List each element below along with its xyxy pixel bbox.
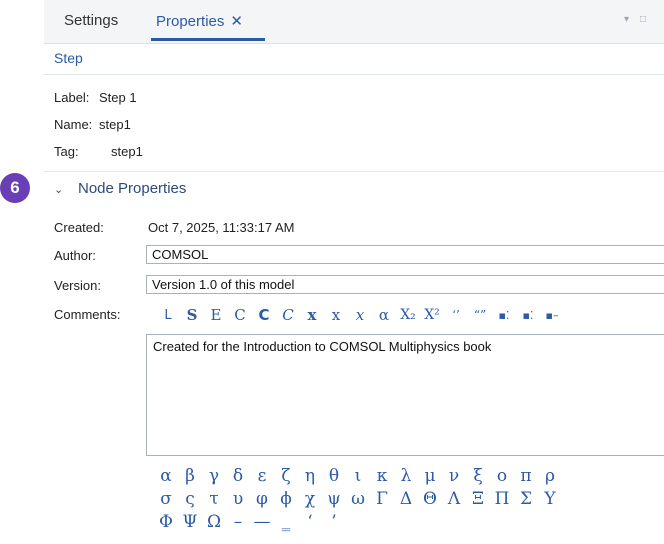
symbol-button[interactable]: ζ [274,465,298,487]
divider [44,171,664,172]
symbol-button[interactable]: Γ [370,488,394,510]
symbol-button[interactable]: Ω [202,511,226,533]
symbol-button[interactable]: – [226,511,250,533]
close-icon[interactable]: ✕ [230,13,243,30]
symbol-button[interactable]: Θ [418,488,442,510]
symbol-button[interactable]: χ [298,488,322,510]
symbol-row-3: Φ Ψ Ω – — ‗ ‘’ [154,511,346,533]
single-quote-button[interactable]: ‘’ [444,305,468,325]
symbol-button[interactable]: Ξ [466,488,490,510]
created-label: Created: [54,220,104,235]
indent-list-icon[interactable]: ▪– [540,305,564,325]
section-title: Step [54,50,83,66]
format-button[interactable]: x [324,305,348,325]
symbol-button[interactable]: Λ [442,488,466,510]
label-key: Label: [54,90,90,105]
format-button[interactable]: L [156,305,180,325]
symbol-button[interactable]: Ψ [178,511,202,533]
symbol-button[interactable]: μ [418,465,442,487]
symbol-button[interactable]: κ [370,465,394,487]
symbol-button[interactable]: υ [226,488,250,510]
symbol-row-2: σςτυφϕχψωΓΔΘΛΞΠΣΥ [154,488,562,510]
format-button[interactable]: α [372,305,396,325]
symbol-button[interactable]: θ [322,465,346,487]
symbol-button[interactable]: ω [346,488,370,510]
text-format-toolbar: L S E C C C x x x α X₂ X² ‘’ “” ▪⁚ ▪⁚ ▪– [156,305,564,325]
tag-key: Tag: [54,144,79,159]
numbered-list-icon[interactable]: ▪⁚ [516,305,540,325]
symbol-button[interactable]: γ [202,465,226,487]
symbol-button[interactable]: Φ [154,511,178,533]
symbol-button[interactable]: α [154,465,178,487]
symbol-button[interactable]: ϕ [274,488,298,510]
active-tab-indicator [151,38,265,41]
symbol-button[interactable]: σ [154,488,178,510]
symbol-button[interactable]: δ [226,465,250,487]
symbol-button[interactable]: ν [442,465,466,487]
tag-value: step1 [111,144,143,159]
comments-textarea[interactable]: Created for the Introduction to COMSOL M… [146,334,664,456]
version-field[interactable]: Version 1.0 of this model [146,275,664,294]
symbol-button[interactable]: ε [250,465,274,487]
format-button[interactable]: C [252,305,276,325]
comments-label: Comments: [54,307,121,322]
chevron-down-icon[interactable]: ▾ [624,14,629,25]
bullet-list-icon[interactable]: ▪⁚ [492,305,516,325]
author-field[interactable]: COMSOL [146,245,664,264]
tab-bar: Settings Properties ✕ ▾ □ [44,0,664,44]
subscript-button[interactable]: X₂ [396,305,420,325]
symbol-button[interactable]: ς [178,488,202,510]
node-properties-title: Node Properties [78,180,187,197]
divider [44,74,664,75]
symbol-button[interactable]: ι [346,465,370,487]
format-button[interactable]: C [228,305,252,325]
maximize-icon[interactable]: □ [640,14,646,25]
symbol-button[interactable]: π [514,465,538,487]
format-button[interactable]: S [180,305,204,325]
symbol-button[interactable]: Υ [538,488,562,510]
author-label: Author: [54,248,96,263]
format-button[interactable]: E [204,305,228,325]
double-quote-button[interactable]: “” [468,305,492,325]
symbol-button[interactable]: ψ [322,488,346,510]
tab-properties[interactable]: Properties ✕ [156,12,243,30]
symbol-button[interactable]: ξ [466,465,490,487]
symbol-button[interactable]: λ [394,465,418,487]
symbol-row-1: αβγδεζηθικλμνξοπρ [154,465,562,487]
created-value: Oct 7, 2025, 11:33:17 AM [148,220,295,235]
node-properties-header[interactable]: ⌄ Node Properties [54,180,186,197]
name-value: step1 [99,117,131,132]
symbol-button[interactable]: ο [490,465,514,487]
superscript-button[interactable]: X² [420,305,444,325]
symbol-button[interactable]: ‘ [298,511,322,533]
symbol-button[interactable]: β [178,465,202,487]
symbol-button[interactable]: Δ [394,488,418,510]
symbol-button[interactable]: φ [250,488,274,510]
label-value: Step 1 [99,90,137,105]
symbol-button[interactable]: — [250,511,274,533]
properties-panel [44,0,664,544]
name-key: Name: [54,117,93,132]
tab-properties-label: Properties [156,13,225,30]
symbol-button[interactable]: Π [490,488,514,510]
symbol-button[interactable]: τ [202,488,226,510]
symbol-button[interactable]: ’ [322,511,346,533]
version-label: Version: [54,278,101,293]
chevron-down-icon: ⌄ [54,184,64,196]
symbol-button[interactable]: η [298,465,322,487]
format-button[interactable]: x [300,305,324,325]
symbol-button[interactable]: ρ [538,465,562,487]
symbol-button[interactable]: ‗ [274,511,298,533]
format-button[interactable]: C [276,305,300,325]
format-button[interactable]: x [348,305,372,325]
step-badge: 6 [0,173,30,203]
tab-settings[interactable]: Settings [64,12,118,29]
symbol-button[interactable]: Σ [514,488,538,510]
